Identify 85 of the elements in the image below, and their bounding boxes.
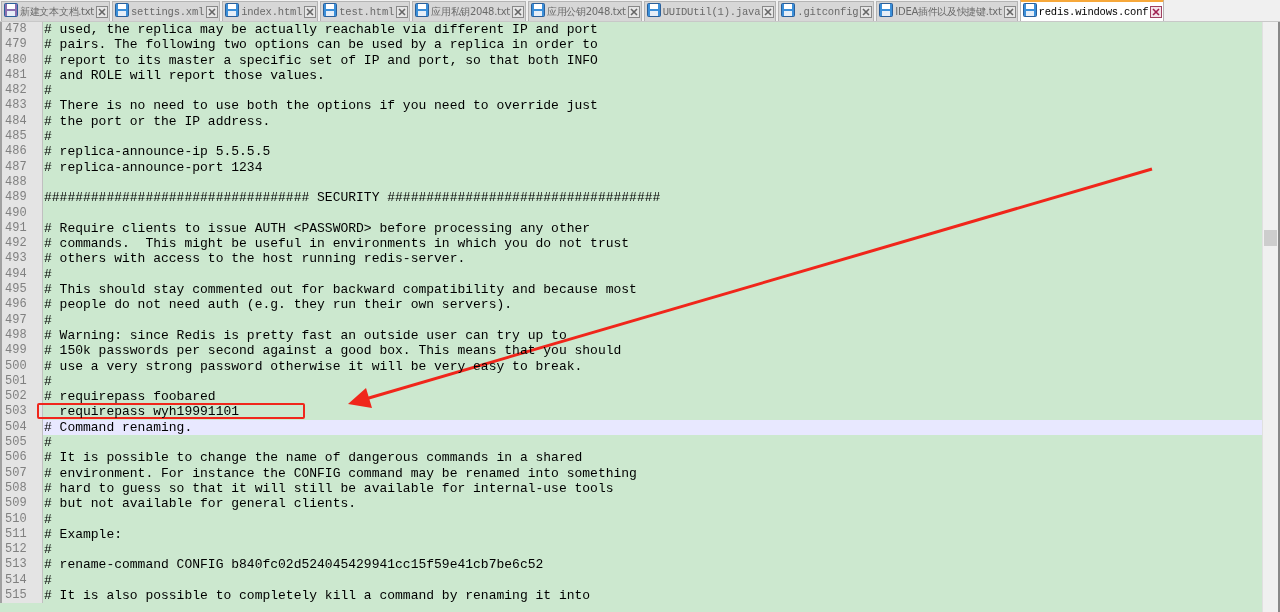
- line-number: 483: [0, 98, 43, 114]
- close-icon[interactable]: [1150, 5, 1163, 18]
- close-icon[interactable]: [511, 5, 524, 18]
- code-line: # There is no need to use both the options if you need to override just: [43, 98, 598, 114]
- line-number: 512: [0, 542, 43, 558]
- floppy-icon: [323, 3, 338, 17]
- floppy-icon: [225, 3, 240, 17]
- line-number: 503: [0, 404, 43, 420]
- code-line: # replica-announce-ip 5.5.5.5: [43, 144, 271, 160]
- close-icon[interactable]: [762, 5, 775, 18]
- file-tab[interactable]: .gitconfig: [778, 1, 875, 21]
- code-line: requirepass wyh19991101: [58, 404, 240, 420]
- code-line: #: [43, 373, 52, 390]
- code-line: #: [43, 572, 52, 588]
- code-line: # the port or the IP address.: [43, 113, 271, 130]
- close-icon[interactable]: [860, 5, 873, 18]
- line-number: 485: [0, 129, 43, 145]
- line-number: 479: [0, 37, 43, 53]
- code-line: # hard to guess so that it will still be available for internal-use tools: [43, 480, 614, 497]
- close-icon[interactable]: [1003, 5, 1016, 18]
- floppy-icon: [4, 3, 18, 17]
- line-number: 492: [0, 236, 43, 252]
- code-line: # commands. This might be useful in environments in which you do not trust: [43, 236, 630, 252]
- floppy-icon: [781, 3, 796, 17]
- file-tab[interactable]: IDEA插件以及快捷键.txt: [876, 1, 1018, 21]
- file-tab[interactable]: UUIDUtil(1).java: [643, 1, 777, 21]
- floppy-icon: [1022, 3, 1037, 17]
- code-line: # people do not need auth (e.g. they run their own servers).: [43, 297, 513, 313]
- code-line: # Example:: [43, 526, 122, 543]
- code-line: #: [43, 435, 52, 451]
- file-tab[interactable]: 应用私钥2048.txt: [412, 1, 526, 21]
- close-icon[interactable]: [95, 5, 108, 18]
- code-line: #: [43, 511, 52, 527]
- floppy-icon: [646, 3, 661, 17]
- code-line: #: [43, 542, 52, 558]
- code-line: # It is possible to change the name of dangerous commands in a shared: [43, 450, 583, 466]
- code-line: # rename-command CONFIG b840fc02d524045429941cc15f59e41cb7be6c52: [43, 557, 544, 573]
- line-number: 506: [0, 450, 43, 466]
- line-number: 505: [0, 435, 43, 451]
- code-line: # report to its master a specific set of IP and port, so that both INFO: [43, 52, 598, 68]
- code-line: #: [43, 83, 52, 99]
- scrollbar-thumb[interactable]: [1264, 230, 1277, 246]
- code-line: # requirepass foobared: [43, 389, 216, 405]
- line-number: 495: [0, 282, 43, 298]
- close-icon[interactable]: [396, 5, 409, 18]
- line-number: 499: [0, 343, 43, 359]
- line-number: 502: [0, 389, 43, 405]
- line-number: 493: [0, 251, 43, 267]
- code-line: # This should stay commented out for backward compatibility and because most: [43, 282, 637, 298]
- code-line: # used, the replica may be actually reachable via different IP and port: [43, 22, 598, 38]
- code-line: # pairs. The following two options can be used by a replica in order to: [43, 37, 598, 53]
- code-line: #: [43, 312, 52, 328]
- code-line: # Require clients to issue AUTH <PASSWORD> before processing any other: [43, 220, 591, 237]
- line-number: 478: [0, 22, 43, 38]
- close-icon[interactable]: [627, 5, 640, 18]
- file-tab[interactable]: settings.xml: [111, 1, 221, 21]
- code-line: #: [43, 266, 52, 283]
- close-icon[interactable]: [206, 5, 219, 18]
- code-line: # environment. For instance the CONFIG command may be renamed into something: [43, 465, 637, 481]
- file-tab[interactable]: redis.windows.conf: [1019, 0, 1165, 21]
- code-line: ################################## SECURITY ###################################: [43, 190, 661, 206]
- file-tab[interactable]: 应用公钥2048.txt: [527, 1, 642, 21]
- line-number: 482: [0, 83, 43, 99]
- line-number: 496: [0, 297, 43, 313]
- code-line: # Command renaming.: [43, 419, 193, 435]
- line-number: 509: [0, 496, 43, 512]
- floppy-icon: [530, 3, 545, 17]
- code-line: # It is also possible to completely kill a command by renaming it into: [43, 588, 591, 604]
- line-number: 489: [0, 190, 43, 206]
- close-icon[interactable]: [304, 5, 317, 18]
- line-number: 486: [0, 144, 43, 160]
- code-line: # replica-announce-port 1234: [43, 159, 263, 175]
- floppy-icon: [415, 3, 430, 17]
- code-line: # others with access to the host running redis-server.: [43, 251, 466, 267]
- floppy-icon: [114, 3, 129, 17]
- scrollbar[interactable]: [1262, 22, 1280, 612]
- floppy-icon: [879, 3, 894, 17]
- file-tab[interactable]: index.html: [222, 1, 319, 21]
- code-line: # and ROLE will report those values.: [43, 67, 325, 84]
- code-line: #: [43, 129, 52, 145]
- code-line: # Warning: since Redis is pretty fast an outside user can try up to: [43, 327, 567, 344]
- code-line: # but not available for general clients.: [43, 496, 357, 512]
- file-tab[interactable]: 新建文本文档.txt: [1, 1, 110, 21]
- line-number: 513: [0, 557, 43, 573]
- file-tab[interactable]: test.html: [320, 1, 411, 21]
